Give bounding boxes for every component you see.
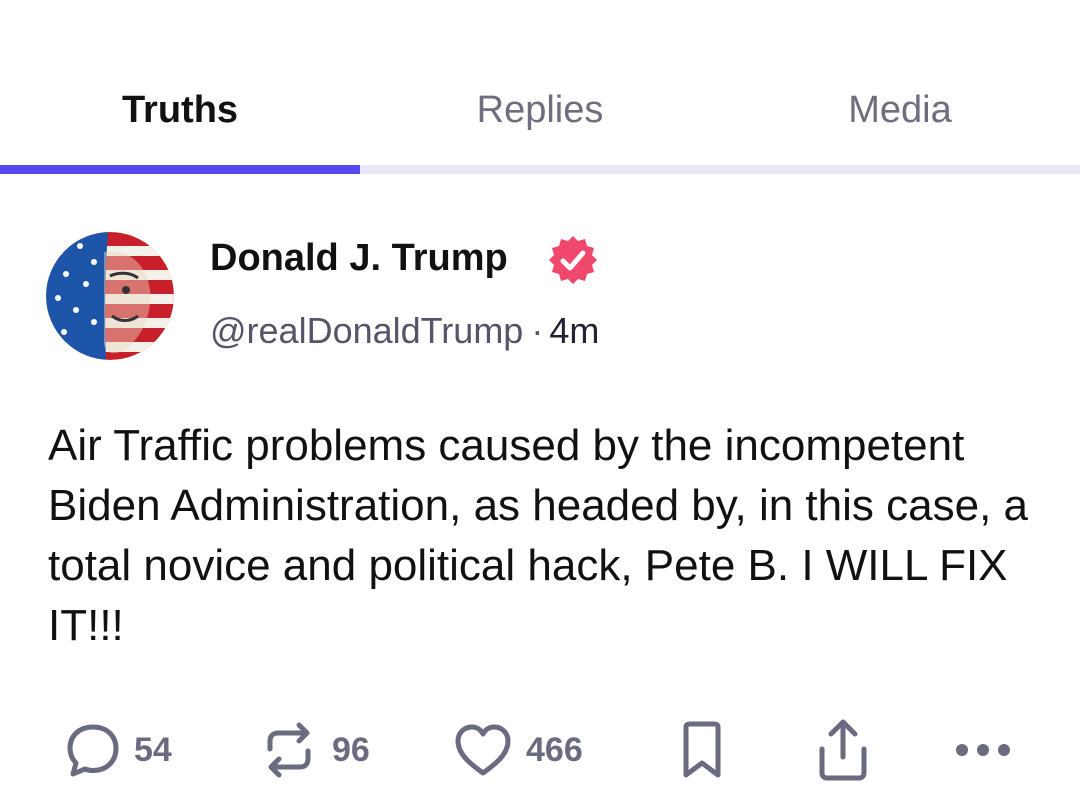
repost-count: 96 xyxy=(332,730,370,769)
share-icon xyxy=(812,717,874,783)
post-actions: 54 96 466 xyxy=(0,712,1080,788)
author-handle[interactable]: @realDonaldTrump xyxy=(210,310,523,351)
comment-icon xyxy=(64,721,122,779)
active-tab-indicator xyxy=(0,165,360,174)
bookmark-icon xyxy=(676,719,728,781)
bookmark-button[interactable] xyxy=(676,712,728,788)
tab-replies[interactable]: Replies xyxy=(360,88,720,132)
repost-button[interactable]: 96 xyxy=(258,712,370,788)
profile-tabs: Truths Replies Media xyxy=(0,0,1080,174)
like-button[interactable]: 466 xyxy=(452,712,583,788)
post-text: Air Traffic problems caused by the incom… xyxy=(48,421,1028,650)
flag-portrait-avatar-icon xyxy=(46,232,174,360)
post-timestamp[interactable]: 4m xyxy=(549,310,599,351)
heart-icon xyxy=(452,721,514,779)
share-button[interactable] xyxy=(812,712,874,788)
author-name[interactable]: Donald J. Trump xyxy=(210,234,508,282)
post-meta: @realDonaldTrump · 4m xyxy=(210,308,599,354)
tab-media[interactable]: Media xyxy=(720,88,1080,132)
verified-badge-icon xyxy=(547,234,599,286)
like-count: 466 xyxy=(526,730,583,769)
reply-button[interactable]: 54 xyxy=(64,712,172,788)
more-icon xyxy=(952,740,1014,760)
avatar[interactable] xyxy=(46,232,174,360)
more-options-button[interactable] xyxy=(952,712,1014,788)
tab-truths[interactable]: Truths xyxy=(0,88,360,132)
reply-count: 54 xyxy=(134,730,172,769)
meta-separator: · xyxy=(531,310,544,351)
repost-icon xyxy=(258,719,320,781)
